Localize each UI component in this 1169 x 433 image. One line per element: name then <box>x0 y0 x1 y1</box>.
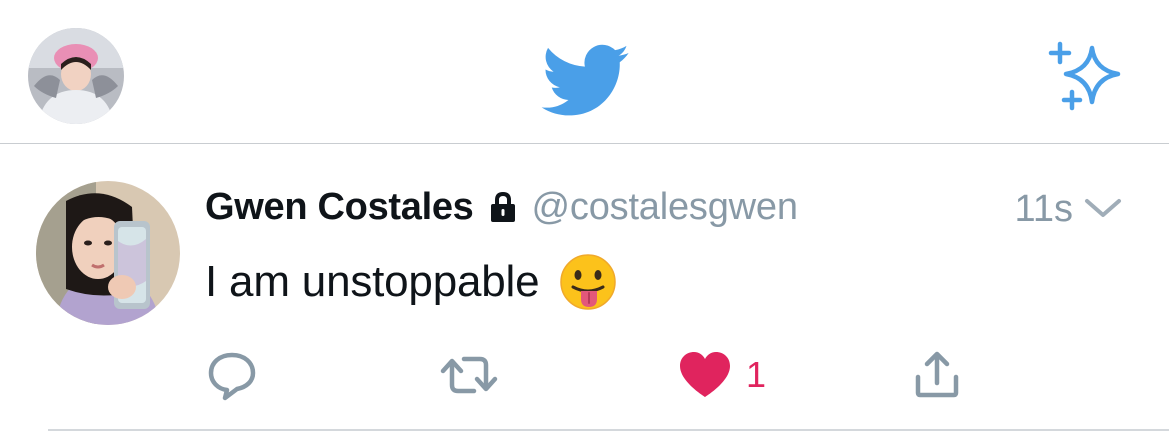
retweet-button[interactable] <box>440 345 498 405</box>
author-avatar[interactable] <box>36 181 180 325</box>
sparkle-icon[interactable] <box>1046 40 1124 114</box>
tweet-timestamp[interactable]: 11s <box>1015 185 1073 233</box>
reply-button[interactable] <box>205 345 259 405</box>
reply-icon <box>208 352 256 401</box>
tweet-header: Gwen Costales @costalesgwen <box>205 183 798 231</box>
share-icon <box>915 351 959 398</box>
face-with-tongue-icon <box>560 254 617 310</box>
twitter-bird-icon <box>541 44 629 116</box>
share-button[interactable] <box>912 345 962 405</box>
like-button[interactable]: 1 <box>678 345 766 405</box>
like-count: 1 <box>746 354 767 395</box>
profile-avatar[interactable] <box>28 28 124 124</box>
author-name[interactable]: Gwen Costales <box>205 186 474 229</box>
tweet-divider <box>48 429 1169 431</box>
top-nav-bar <box>0 0 1169 144</box>
tweet-actions: 1 <box>0 345 1169 405</box>
chevron-down-icon[interactable] <box>1083 195 1123 221</box>
author-handle[interactable]: @costalesgwen <box>532 186 798 229</box>
lock-icon <box>490 191 515 222</box>
retweet-icon <box>440 356 498 394</box>
heart-icon <box>680 352 730 397</box>
tweet-text: I am unstoppable <box>205 253 617 311</box>
tweet-text-content: I am unstoppable <box>205 257 540 306</box>
tweet[interactable]: Gwen Costales @costalesgwen 11s I am uns… <box>0 145 1169 433</box>
